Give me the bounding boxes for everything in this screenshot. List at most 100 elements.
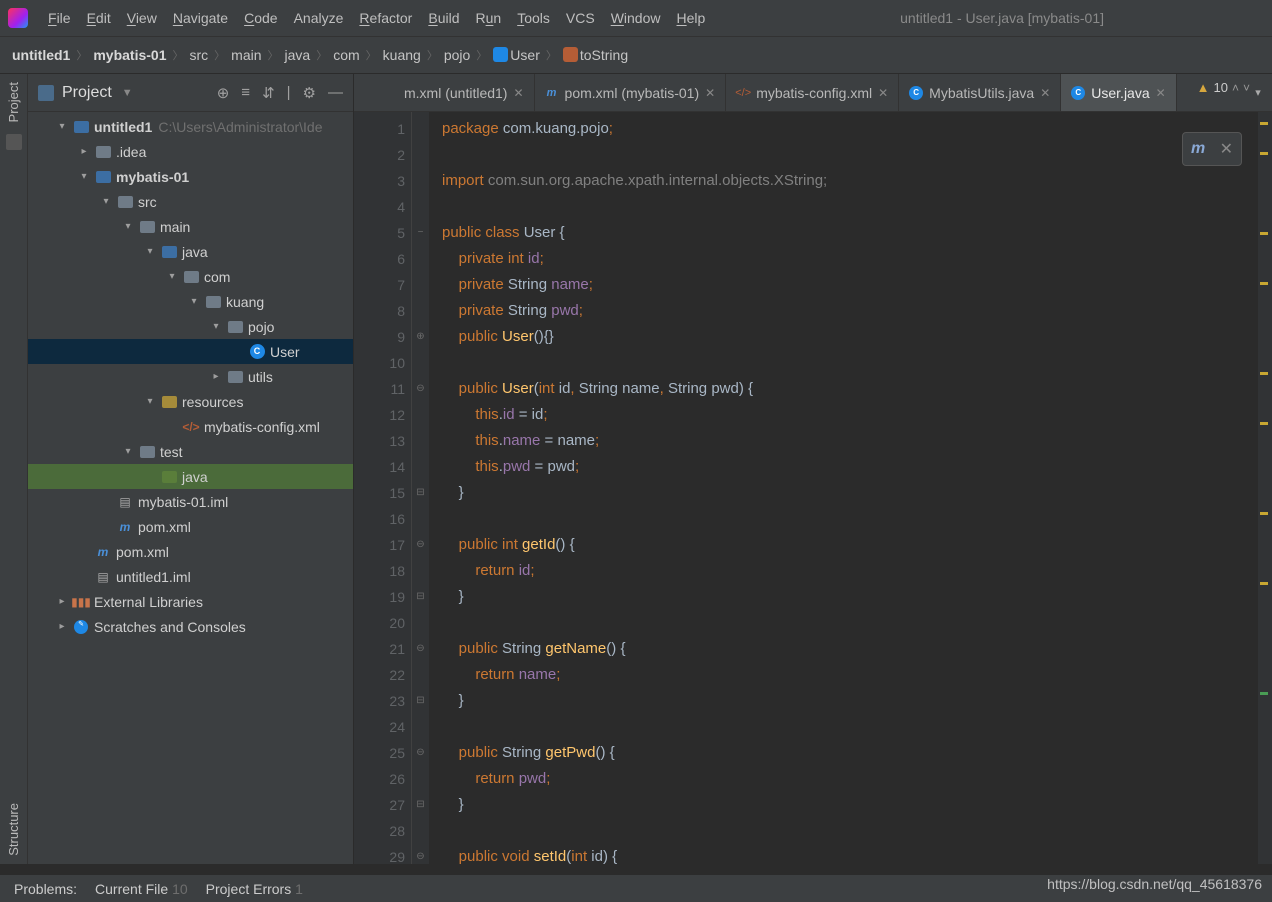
tree-arrow-icon[interactable] [54, 121, 70, 132]
menu-view[interactable]: View [127, 10, 157, 26]
tree-arrow-icon[interactable] [54, 596, 70, 607]
tree-arrow-icon[interactable] [120, 221, 136, 232]
line-number[interactable]: 22 [354, 662, 405, 688]
line-number[interactable]: 1 [354, 116, 405, 142]
tree-arrow-icon[interactable] [208, 371, 224, 382]
code-line[interactable]: public User(){} [442, 324, 1258, 350]
line-number[interactable]: 29 [354, 844, 405, 864]
line-number[interactable]: 5 [354, 220, 405, 246]
fold-marker-icon[interactable]: ⊟ [412, 688, 429, 714]
tree-item-java[interactable]: java [28, 239, 353, 264]
line-number[interactable]: 19 [354, 584, 405, 610]
tree-item-com[interactable]: com [28, 264, 353, 289]
tab-mybatis-config-xml[interactable]: </>mybatis-config.xml✕ [726, 74, 899, 111]
line-number[interactable]: 23 [354, 688, 405, 714]
tree-item-untitled1[interactable]: untitled1C:\Users\Administrator\Ide [28, 114, 353, 139]
code-line[interactable] [442, 142, 1258, 168]
fold-marker-icon[interactable]: ⊟ [412, 584, 429, 610]
line-number[interactable]: 15 [354, 480, 405, 506]
line-number[interactable]: 3 [354, 168, 405, 194]
breadcrumb-item[interactable]: mybatis-01 [93, 47, 166, 63]
breadcrumb-item[interactable]: com [333, 47, 359, 63]
line-number[interactable]: 24 [354, 714, 405, 740]
close-icon[interactable]: ✕ [513, 86, 523, 100]
tree-item-java[interactable]: java [28, 464, 353, 489]
line-number[interactable]: 2 [354, 142, 405, 168]
line-number[interactable]: 13 [354, 428, 405, 454]
code-line[interactable]: this.name = name; [442, 428, 1258, 454]
code-line[interactable]: } [442, 792, 1258, 818]
line-number[interactable]: 28 [354, 818, 405, 844]
next-highlight-icon[interactable]: ˅ [1243, 81, 1250, 95]
tree-arrow-icon[interactable] [186, 296, 202, 307]
breadcrumb-item[interactable]: java [285, 47, 311, 63]
tree-arrow-icon[interactable] [142, 246, 158, 257]
code-line[interactable] [442, 610, 1258, 636]
tree-arrow-icon[interactable] [98, 196, 114, 207]
tree-item-pojo[interactable]: pojo [28, 314, 353, 339]
breadcrumb-item[interactable]: pojo [444, 47, 470, 63]
menu-navigate[interactable]: Navigate [173, 10, 228, 26]
prev-highlight-icon[interactable]: ˄ [1232, 81, 1239, 95]
line-number[interactable]: 20 [354, 610, 405, 636]
menu-tools[interactable]: Tools [517, 10, 550, 26]
breadcrumb-item[interactable]: untitled1 [12, 47, 70, 63]
line-number[interactable]: 7 [354, 272, 405, 298]
tree-item-pom-xml[interactable]: mpom.xml [28, 514, 353, 539]
breadcrumb-item[interactable]: src [190, 47, 209, 63]
tree-arrow-icon[interactable] [54, 621, 70, 632]
breadcrumb-item[interactable]: kuang [383, 47, 421, 63]
tree-arrow-icon[interactable] [120, 446, 136, 457]
code-area[interactable]: 1234567891011121314151617181920212223242… [354, 112, 1272, 864]
tree-item-external-libraries[interactable]: ▮▮▮External Libraries [28, 589, 353, 614]
inspection-widget[interactable]: ▲ 10 ˄ ˅ [1197, 80, 1250, 95]
tree-item-mybatis-config-xml[interactable]: </>mybatis-config.xml [28, 414, 353, 439]
code-line[interactable]: this.id = id; [442, 402, 1258, 428]
menu-vcs[interactable]: VCS [566, 10, 595, 26]
line-number[interactable]: 25 [354, 740, 405, 766]
menu-refactor[interactable]: Refactor [359, 10, 412, 26]
code-line[interactable]: private int id; [442, 246, 1258, 272]
tree-item--idea[interactable]: .idea [28, 139, 353, 164]
tree-item-utils[interactable]: utils [28, 364, 353, 389]
close-icon[interactable]: ✕ [1220, 139, 1233, 159]
problems-label[interactable]: Problems: [14, 881, 77, 897]
tree-item-mybatis-01[interactable]: mybatis-01 [28, 164, 353, 189]
code-line[interactable]: return pwd; [442, 766, 1258, 792]
line-number[interactable]: 16 [354, 506, 405, 532]
code-line[interactable]: return name; [442, 662, 1258, 688]
tree-item-scratches-and-consoles[interactable]: ✎Scratches and Consoles [28, 614, 353, 639]
project-errors-label[interactable]: Project Errors 1 [206, 881, 303, 897]
fold-marker-icon[interactable]: ⊖ [412, 844, 429, 864]
code-line[interactable]: public int getId() { [442, 532, 1258, 558]
line-number[interactable]: 12 [354, 402, 405, 428]
code-line[interactable]: return id; [442, 558, 1258, 584]
line-number[interactable]: 11 [354, 376, 405, 402]
tree-item-mybatis-01-iml[interactable]: ▤mybatis-01.iml [28, 489, 353, 514]
code-line[interactable]: this.pwd = pwd; [442, 454, 1258, 480]
code-line[interactable]: } [442, 688, 1258, 714]
project-tool-tab[interactable]: Project [6, 82, 21, 122]
fold-marker-icon[interactable]: ⊟ [412, 792, 429, 818]
close-icon[interactable]: ✕ [705, 86, 715, 100]
line-number[interactable]: 17 [354, 532, 405, 558]
code-line[interactable]: } [442, 584, 1258, 610]
fold-marker-icon[interactable]: ⊖ [412, 532, 429, 558]
line-number[interactable]: 14 [354, 454, 405, 480]
tree-item-kuang[interactable]: kuang [28, 289, 353, 314]
error-stripe[interactable] [1258, 112, 1272, 864]
locate-icon[interactable]: ⊕ [217, 84, 230, 102]
code-line[interactable]: } [442, 480, 1258, 506]
maven-hint-card[interactable]: m ✕ [1182, 132, 1242, 166]
tree-item-resources[interactable]: resources [28, 389, 353, 414]
code-line[interactable]: public void setId(int id) { [442, 844, 1258, 864]
rail-icon[interactable] [6, 134, 22, 150]
line-number[interactable]: 8 [354, 298, 405, 324]
gutter[interactable]: 1234567891011121314151617181920212223242… [354, 112, 412, 864]
collapse-icon[interactable]: ⇵ [262, 84, 275, 102]
fold-marker-icon[interactable]: ⊖ [412, 636, 429, 662]
menu-code[interactable]: Code [244, 10, 277, 26]
line-number[interactable]: 27 [354, 792, 405, 818]
fold-column[interactable]: −⊕⊖⊟⊖⊟⊖⊟⊖⊟⊖ [412, 112, 430, 864]
sidebar-dropdown-icon[interactable]: ▼ [122, 87, 133, 99]
